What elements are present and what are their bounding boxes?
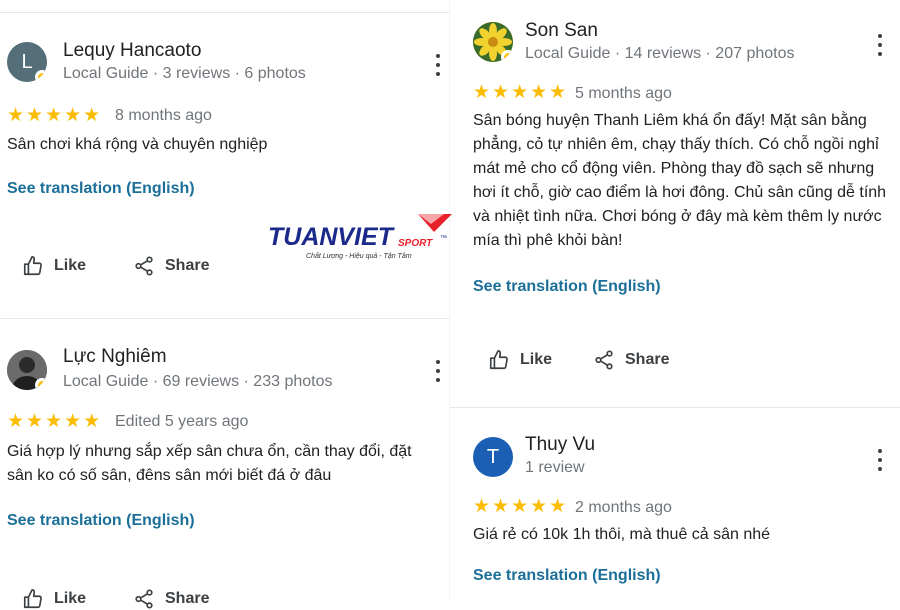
logo-suffix-text: SPORT — [398, 238, 433, 249]
share-icon — [135, 256, 153, 276]
star-rating: ★★★★★ — [473, 82, 569, 103]
reviewer-name[interactable]: Son San — [525, 20, 598, 42]
review-text: Giá rẻ có 10k 1h thôi, mà thuê cả sân nh… — [473, 526, 771, 543]
see-translation-link[interactable]: See translation (English) — [473, 278, 661, 296]
share-button[interactable]: Share — [593, 349, 669, 371]
reviewer-name[interactable]: Lực Nghiêm — [63, 346, 167, 368]
logo-graphic: TUANVIET SPORT ™ Chất Lượng - Hiệu quả -… — [268, 214, 452, 260]
like-button[interactable]: Like — [488, 349, 552, 371]
like-label: Like — [520, 351, 553, 368]
see-translation-link[interactable]: See translation (English) — [7, 512, 195, 530]
review-date: 8 months ago — [115, 107, 212, 124]
more-options-icon[interactable] — [433, 360, 443, 382]
divider — [0, 12, 450, 13]
logo-tm-text: ™ — [440, 235, 447, 242]
like-button[interactable]: Like — [22, 588, 86, 610]
avatar[interactable]: L — [7, 42, 47, 82]
review-date: 2 months ago — [575, 499, 672, 516]
reviewer-meta: Local Guide · 3 reviews · 6 photos — [63, 65, 306, 82]
star-rating: ★★★★★ — [7, 411, 103, 432]
more-options-icon[interactable] — [875, 449, 885, 471]
review-date: Edited 5 years ago — [115, 413, 249, 430]
review-text: Sân bóng huyện Thanh Liêm khá ổn đấy! Mặ… — [473, 112, 887, 249]
reviewer-meta: 1 review — [525, 459, 585, 476]
avatar[interactable] — [7, 350, 47, 390]
avatar[interactable] — [473, 22, 513, 62]
avatar-letter: T — [486, 445, 500, 468]
thumb-up-icon — [23, 256, 42, 276]
logo-brand-text: TUANVIET — [268, 223, 396, 251]
see-translation-link[interactable]: See translation (English) — [473, 567, 661, 585]
share-icon — [135, 589, 153, 609]
like-label: Like — [54, 257, 87, 274]
see-translation-link[interactable]: See translation (English) — [7, 180, 195, 198]
avatar[interactable]: T — [473, 437, 513, 477]
reviewer-meta: Local Guide · 14 reviews · 207 photos — [525, 45, 795, 62]
share-button[interactable]: Share — [133, 255, 209, 277]
like-button[interactable]: Like — [22, 255, 86, 277]
thumb-up-icon — [23, 589, 42, 609]
right-column: Son San Local Guide · 14 reviews · 207 p… — [450, 0, 900, 600]
thumb-up-icon — [489, 350, 508, 370]
share-icon — [595, 350, 613, 370]
review-text: Giá hợp lý nhưng sắp xếp sân chưa ổn, cầ… — [7, 443, 412, 484]
share-label: Share — [625, 351, 670, 368]
local-guide-badge-icon — [35, 70, 47, 82]
more-options-icon[interactable] — [433, 54, 443, 76]
share-button[interactable]: Share — [133, 588, 209, 610]
logo-tagline: Chất Lượng - Hiệu quả - Tận Tâm — [306, 252, 412, 260]
star-rating: ★★★★★ — [7, 105, 103, 126]
review-date: 5 months ago — [575, 85, 672, 102]
divider — [450, 407, 900, 408]
local-guide-badge-icon — [35, 378, 47, 390]
share-label: Share — [165, 590, 210, 607]
review-text: Sân chơi khá rộng và chuyên nghiệp — [7, 136, 268, 153]
divider — [0, 318, 450, 319]
local-guide-badge-icon — [501, 50, 513, 62]
tuanviet-sport-logo: TUANVIET SPORT ™ Chất Lượng - Hiệu quả -… — [268, 210, 456, 262]
reviewer-meta: Local Guide · 69 reviews · 233 photos — [63, 373, 333, 390]
left-column: L Lequy Hancaoto Local Guide · 3 reviews… — [0, 0, 452, 609]
reviewer-name[interactable]: Thuy Vu — [525, 434, 595, 456]
reviewer-name[interactable]: Lequy Hancaoto — [63, 40, 201, 62]
more-options-icon[interactable] — [875, 34, 885, 56]
star-rating: ★★★★★ — [473, 496, 569, 517]
like-label: Like — [54, 590, 87, 607]
share-label: Share — [165, 257, 210, 274]
